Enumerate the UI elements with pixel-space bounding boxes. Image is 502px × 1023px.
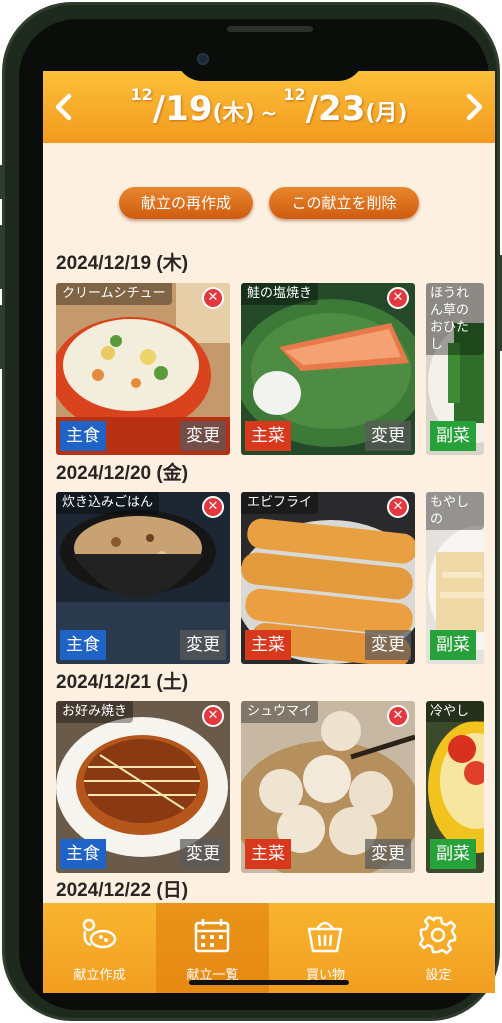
tab-settings[interactable]: 設定 <box>382 903 495 993</box>
meal-name: もやしの <box>426 492 484 530</box>
day-heading: 2024/12/22 (日) <box>56 880 189 901</box>
change-meal-button[interactable]: 変更 <box>180 839 226 869</box>
speaker-grille <box>227 26 313 32</box>
end-day: /23 <box>305 89 366 129</box>
category-badge: 主菜 <box>245 630 291 660</box>
cooking-icon <box>82 918 117 949</box>
delete-meal-button[interactable]: ✕ <box>387 705 409 727</box>
meal-card-okonomiyaki[interactable]: お好み焼き ✕ 主食 変更 <box>56 701 230 873</box>
change-meal-button[interactable]: 変更 <box>180 630 226 660</box>
chevron-left-icon <box>55 93 72 121</box>
day-heading: 2024/12/20 (金) <box>56 463 189 484</box>
category-badge: 主菜 <box>245 421 291 451</box>
calendar-icon <box>194 919 230 953</box>
phone-bezel: 12/19(木) ~12/23(月) 献立の再作成 この献立を削除 2024/12… <box>19 19 495 1010</box>
end-weekday: (月) <box>365 101 408 126</box>
volume-down-button <box>0 305 3 369</box>
day-heading: 2024/12/19 (木) <box>56 253 189 274</box>
start-month: 12 <box>130 85 153 104</box>
mute-switch <box>0 165 3 199</box>
meal-card-shumai[interactable]: シュウマイ ✕ 主菜 変更 <box>241 701 415 873</box>
week-date-range: 12/19(木) ~12/23(月) <box>83 81 455 137</box>
category-badge: 主食 <box>60 839 106 869</box>
phone-frame: 12/19(木) ~12/23(月) 献立の再作成 この献立を削除 2024/12… <box>0 2 502 1021</box>
meal-name: ほうれん草のおひたし <box>426 283 484 355</box>
category-badge: 副菜 <box>430 630 476 660</box>
day-heading: 2024/12/21 (土) <box>56 672 189 693</box>
change-meal-button[interactable]: 変更 <box>180 421 226 451</box>
meal-name: クリームシチュー <box>56 283 172 305</box>
chevron-right-icon <box>466 93 483 121</box>
remake-menu-button[interactable]: 献立の再作成 <box>119 187 253 219</box>
delete-meal-button[interactable]: ✕ <box>387 496 409 518</box>
basket-icon <box>307 921 343 953</box>
meal-name: お好み焼き <box>56 701 134 723</box>
tab-label: 設定 <box>425 968 452 983</box>
delete-meal-button[interactable]: ✕ <box>387 287 409 309</box>
close-icon: ✕ <box>392 290 404 305</box>
start-day: /19 <box>152 89 213 129</box>
tab-menu-create[interactable]: 献立作成 <box>43 903 156 993</box>
meal-card-salmon[interactable]: 鮭の塩焼き ✕ 主菜 変更 <box>241 283 415 455</box>
meal-card-takikomi[interactable]: 炊き込みごはん ✕ 主食 変更 <box>56 492 230 664</box>
category-badge: 副菜 <box>430 421 476 451</box>
meal-name: 炊き込みごはん <box>56 492 160 514</box>
app-screen: 12/19(木) ~12/23(月) 献立の再作成 この献立を削除 2024/12… <box>43 71 495 993</box>
delete-meal-button[interactable]: ✕ <box>202 705 224 727</box>
change-meal-button[interactable]: 変更 <box>365 630 411 660</box>
close-icon: ✕ <box>392 708 404 723</box>
end-month: 12 <box>283 85 306 104</box>
meal-card-stew[interactable]: クリームシチュー ✕ 主食 変更 <box>56 283 230 455</box>
delete-meal-button[interactable]: ✕ <box>202 496 224 518</box>
close-icon: ✕ <box>207 290 219 305</box>
range-separator: ~ <box>260 101 278 125</box>
category-badge: 副菜 <box>430 839 476 869</box>
close-icon: ✕ <box>207 708 219 723</box>
category-badge: 主食 <box>60 630 106 660</box>
previous-week-button[interactable] <box>49 89 79 125</box>
volume-up-button <box>0 225 3 289</box>
meal-card-ebifry[interactable]: エビフライ ✕ 主菜 変更 <box>241 492 415 664</box>
meal-name: 冷やし <box>426 701 484 722</box>
close-icon: ✕ <box>392 499 404 514</box>
meal-name: シュウマイ <box>241 701 319 723</box>
next-week-button[interactable] <box>459 89 489 125</box>
meal-card-spinach[interactable]: ほうれん草のおひたし 副菜 <box>426 283 484 455</box>
category-badge: 主菜 <box>245 839 291 869</box>
change-meal-button[interactable]: 変更 <box>365 421 411 451</box>
meal-name: エビフライ <box>241 492 319 514</box>
category-badge: 主食 <box>60 421 106 451</box>
delete-menu-button[interactable]: この献立を削除 <box>269 187 419 219</box>
gear-icon <box>418 915 457 955</box>
change-meal-button[interactable]: 変更 <box>365 839 411 869</box>
front-camera <box>197 53 209 65</box>
start-weekday: (木) <box>212 101 255 126</box>
meal-card-bean-sprouts[interactable]: もやしの 副菜 <box>426 492 484 664</box>
delete-meal-button[interactable]: ✕ <box>202 287 224 309</box>
tab-label: 献立作成 <box>73 968 126 983</box>
meal-name: 鮭の塩焼き <box>241 283 319 305</box>
home-indicator <box>189 980 349 985</box>
week-header: 12/19(木) ~12/23(月) <box>43 71 495 143</box>
meal-card-chilled-dish[interactable]: 冷やし 副菜 <box>426 701 484 873</box>
close-icon: ✕ <box>207 499 219 514</box>
